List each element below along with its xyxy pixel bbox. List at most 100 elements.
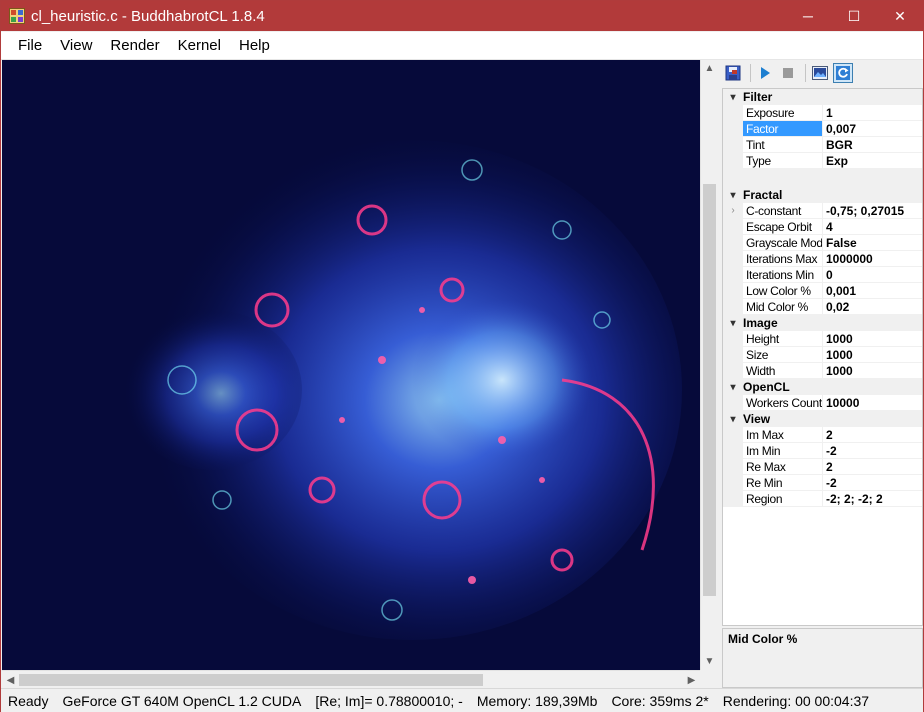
menu-kernel[interactable]: Kernel: [169, 32, 230, 60]
status-device: GeForce GT 640M OpenCL 1.2 CUDA: [62, 692, 302, 709]
property-name: Im Min: [743, 443, 823, 458]
maximize-button[interactable]: ☐: [831, 1, 877, 31]
property-name: Grayscale Mode: [743, 235, 823, 250]
property-value[interactable]: 0,02: [823, 299, 922, 314]
property-row[interactable]: Im Max 2: [723, 427, 922, 443]
property-value[interactable]: 1000: [823, 331, 922, 346]
property-name: Escape Orbit: [743, 219, 823, 234]
category-view[interactable]: ▾ View: [723, 411, 922, 427]
property-value[interactable]: 1000: [823, 363, 922, 378]
property-value[interactable]: BGR: [823, 137, 922, 152]
collapse-icon[interactable]: ▾: [723, 92, 743, 103]
property-name: Im Max: [743, 427, 823, 442]
properties-toolbar: [719, 60, 923, 86]
canvas-vertical-scrollbar[interactable]: ▲ ▼: [700, 60, 718, 670]
property-row[interactable]: Mid Color % 0,02: [723, 299, 922, 315]
property-row[interactable]: Tint BGR: [723, 137, 922, 153]
property-value[interactable]: 10000: [823, 395, 922, 410]
close-button[interactable]: ✕: [877, 1, 923, 31]
category-label: OpenCL: [743, 380, 790, 394]
property-value[interactable]: False: [823, 235, 922, 250]
menu-help[interactable]: Help: [230, 32, 279, 60]
property-row[interactable]: Factor 0,007: [723, 121, 922, 137]
horizontal-scroll-thumb[interactable]: [19, 674, 483, 686]
property-value[interactable]: 1: [823, 105, 922, 120]
property-row[interactable]: Iterations Max 1000000: [723, 251, 922, 267]
property-row[interactable]: Size 1000: [723, 347, 922, 363]
property-name: Iterations Min: [743, 267, 823, 282]
toolbar-separator: [805, 64, 806, 82]
scroll-up-icon[interactable]: ▲: [701, 60, 718, 77]
stop-icon[interactable]: [778, 63, 798, 83]
scroll-down-icon[interactable]: ▼: [701, 653, 718, 670]
category-fractal[interactable]: ▾ Fractal: [723, 187, 922, 203]
property-row[interactable]: Type Exp: [723, 153, 922, 169]
property-value[interactable]: 0,007: [823, 121, 922, 136]
category-label: Filter: [743, 90, 773, 104]
property-value[interactable]: 2: [823, 427, 922, 442]
property-row[interactable]: Escape Orbit 4: [723, 219, 922, 235]
menu-render[interactable]: Render: [101, 32, 168, 60]
canvas-horizontal-scrollbar[interactable]: ◀ ▶: [2, 670, 700, 688]
scroll-right-icon[interactable]: ▶: [683, 671, 700, 689]
property-row[interactable]: Low Color % 0,001: [723, 283, 922, 299]
title-bar[interactable]: cl_heuristic.c - BuddhabrotCL 1.8.4 ─ ☐ …: [1, 1, 923, 31]
property-name: Iterations Max: [743, 251, 823, 266]
collapse-icon[interactable]: ▾: [723, 318, 743, 329]
property-row[interactable]: Im Min -2: [723, 443, 922, 459]
category-filter[interactable]: ▾ Filter: [723, 89, 922, 105]
property-value[interactable]: -2; 2; -2; 2: [823, 491, 922, 506]
property-row[interactable]: Exposure 1: [723, 105, 922, 121]
collapse-icon[interactable]: ▾: [723, 414, 743, 425]
property-value[interactable]: 0,001: [823, 283, 922, 298]
property-name: Size: [743, 347, 823, 362]
refresh-icon[interactable]: [833, 63, 853, 83]
fractal-canvas[interactable]: [2, 60, 700, 670]
window-title: cl_heuristic.c - BuddhabrotCL 1.8.4: [31, 7, 265, 25]
property-row[interactable]: Grayscale Mode False: [723, 235, 922, 251]
expand-icon[interactable]: ›: [723, 203, 743, 218]
property-row[interactable]: Width 1000: [723, 363, 922, 379]
status-bar: Ready GeForce GT 640M OpenCL 1.2 CUDA [R…: [1, 688, 923, 712]
status-memory: Memory: 189,39Mb: [476, 692, 598, 709]
property-row[interactable]: Re Max 2: [723, 459, 922, 475]
property-value[interactable]: 2: [823, 459, 922, 474]
play-icon[interactable]: [755, 63, 775, 83]
status-rendering: Rendering: 00 00:04:37: [722, 692, 870, 709]
property-row[interactable]: Workers Count 10000: [723, 395, 922, 411]
category-label: Image: [743, 316, 778, 330]
image-icon[interactable]: [810, 63, 830, 83]
property-value[interactable]: 4: [823, 219, 922, 234]
menu-file[interactable]: File: [9, 32, 51, 60]
property-row[interactable]: Height 1000: [723, 331, 922, 347]
app-window: cl_heuristic.c - BuddhabrotCL 1.8.4 ─ ☐ …: [0, 0, 924, 712]
menu-bar: File View Render Kernel Help: [1, 32, 923, 60]
minimize-button[interactable]: ─: [785, 1, 831, 31]
property-grid: ▾ Filter Exposure 1 Factor 0,007 Tint BGR Ty…: [722, 88, 923, 626]
property-name: Height: [743, 331, 823, 346]
property-row[interactable]: Re Min -2: [723, 475, 922, 491]
property-value[interactable]: 0: [823, 267, 922, 282]
toolbar-separator: [750, 64, 751, 82]
property-value[interactable]: -0,75; 0,27015: [823, 203, 922, 218]
app-icon: [9, 8, 25, 24]
property-row[interactable]: Iterations Min 0: [723, 267, 922, 283]
property-value[interactable]: Exp: [823, 153, 922, 168]
scroll-left-icon[interactable]: ◀: [2, 671, 19, 689]
property-name: Tint: [743, 137, 823, 152]
save-icon[interactable]: [723, 63, 743, 83]
property-value[interactable]: -2: [823, 475, 922, 490]
category-label: View: [743, 412, 771, 426]
property-value[interactable]: -2: [823, 443, 922, 458]
menu-view[interactable]: View: [51, 32, 101, 60]
collapse-icon[interactable]: ▾: [723, 190, 743, 201]
property-value[interactable]: 1000: [823, 347, 922, 362]
category-image[interactable]: ▾ Image: [723, 315, 922, 331]
category-opencl[interactable]: ▾ OpenCL: [723, 379, 922, 395]
property-value[interactable]: 1000000: [823, 251, 922, 266]
collapse-icon[interactable]: ▾: [723, 382, 743, 393]
property-row[interactable]: Region -2; 2; -2; 2: [723, 491, 922, 507]
property-row[interactable]: › C-constant -0,75; 0,27015: [723, 203, 922, 219]
properties-panel: ▾ Filter Exposure 1 Factor 0,007 Tint BGR Ty…: [719, 60, 923, 688]
vertical-scroll-thumb[interactable]: [703, 184, 716, 596]
